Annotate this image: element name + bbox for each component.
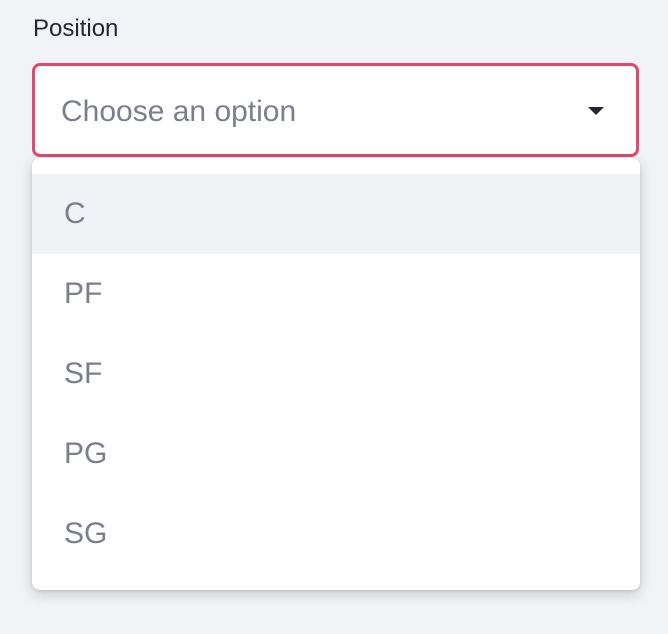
position-select[interactable]: Choose an option [32, 63, 639, 157]
option-pf[interactable]: PF [32, 254, 640, 334]
select-placeholder: Choose an option [61, 95, 297, 128]
option-pg[interactable]: PG [32, 414, 640, 494]
dropdown-menu: C PF SF PG SG [32, 158, 640, 590]
option-c[interactable]: C [32, 174, 640, 254]
position-label: Position [33, 15, 119, 42]
chevron-down-icon[interactable] [588, 107, 604, 115]
option-sg[interactable]: SG [32, 494, 640, 574]
option-sf[interactable]: SF [32, 334, 640, 414]
